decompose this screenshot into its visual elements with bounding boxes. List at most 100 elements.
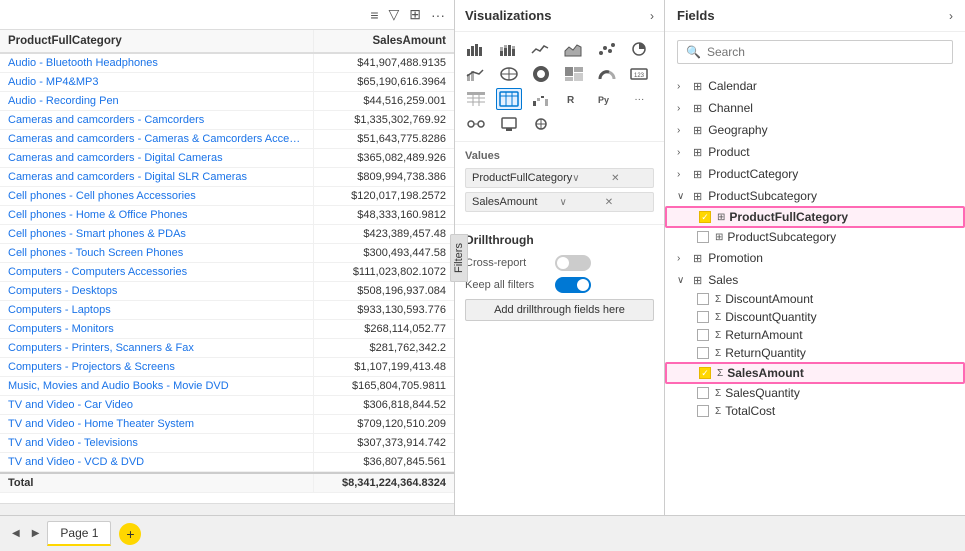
table-row[interactable]: Audio - Recording Pen $44,516,259.001 — [0, 92, 454, 111]
table-row[interactable]: Cell phones - Cell phones Accessories $1… — [0, 187, 454, 206]
table-row[interactable]: Computers - Computers Accessories $111,0… — [0, 263, 454, 282]
table-row[interactable]: TV and Video - Televisions $307,373,914.… — [0, 434, 454, 453]
field-group-header-channel[interactable]: › ⊞ Channel — [665, 98, 965, 118]
table-row[interactable]: Computers - Desktops $508,196,937.084 — [0, 282, 454, 301]
field-item-salesquantity[interactable]: Σ SalesQuantity — [665, 384, 965, 402]
filter-icon[interactable]: ▽ — [385, 4, 402, 25]
pie-chart-icon[interactable] — [626, 38, 652, 60]
add-drillthrough-button[interactable]: Add drillthrough fields here — [465, 299, 654, 321]
scatter-icon[interactable] — [594, 38, 620, 60]
field-item-productsubcategory[interactable]: ⊞ ProductSubcategory — [665, 228, 965, 246]
field-item-returnamount[interactable]: Σ ReturnAmount — [665, 326, 965, 344]
field-type-icon: Σ — [715, 294, 721, 305]
table-row[interactable]: Cell phones - Touch Screen Phones $300,4… — [0, 244, 454, 263]
field-checkbox[interactable] — [697, 293, 709, 305]
combo-chart-icon[interactable] — [463, 63, 489, 85]
table-row[interactable]: TV and Video - Home Theater System $709,… — [0, 415, 454, 434]
gauge-icon[interactable] — [594, 63, 620, 85]
search-input[interactable] — [707, 45, 944, 59]
table-row[interactable]: Cameras and camcorders - Digital SLR Cam… — [0, 168, 454, 187]
table-row[interactable]: TV and Video - Car Video $306,818,844.52 — [0, 396, 454, 415]
table-header: ProductFullCategory SalesAmount — [0, 30, 454, 54]
field-group-header-promotion[interactable]: › ⊞ Promotion — [665, 248, 965, 268]
field-expand-icon[interactable]: ∨ — [572, 173, 608, 184]
field-checkbox[interactable] — [697, 311, 709, 323]
expand-icon[interactable]: ⊞ — [406, 4, 424, 25]
table-row[interactable]: Computers - Projectors & Screens $1,107,… — [0, 358, 454, 377]
area-chart-icon[interactable] — [561, 38, 587, 60]
more-viz-icon[interactable]: ··· — [626, 88, 652, 110]
filters-tab[interactable]: Filters — [450, 234, 468, 282]
field-group-header-calendar[interactable]: › ⊞ Calendar — [665, 76, 965, 96]
field-group-name: Channel — [708, 101, 753, 115]
table-row[interactable]: Cameras and camcorders - Digital Cameras… — [0, 149, 454, 168]
field-checkbox[interactable] — [697, 347, 709, 359]
table-row[interactable]: Computers - Printers, Scanners & Fax $28… — [0, 339, 454, 358]
sales-field-row[interactable]: SalesAmount ∨ ✕ — [465, 192, 654, 212]
field-checkbox[interactable]: ✓ — [699, 367, 711, 379]
nav-right-icon[interactable]: ▶ — [28, 526, 44, 541]
field-checkbox[interactable] — [697, 329, 709, 341]
field-item-salesamount[interactable]: ✓ Σ SalesAmount — [665, 362, 965, 384]
add-page-button[interactable]: + — [119, 523, 141, 545]
table-row[interactable]: Cell phones - Smart phones & PDAs $423,3… — [0, 225, 454, 244]
nav-left-icon[interactable]: ◀ — [8, 526, 24, 541]
treemap-icon[interactable] — [561, 63, 587, 85]
table-row[interactable]: Cell phones - Home & Office Phones $48,3… — [0, 206, 454, 225]
stacked-bar-icon[interactable] — [496, 38, 522, 60]
field-close-icon[interactable]: ✕ — [611, 173, 647, 184]
field-group-header-sales[interactable]: ∨ ⊞ Sales — [665, 270, 965, 290]
table-row[interactable]: Cameras and camcorders - Cameras & Camco… — [0, 130, 454, 149]
map-icon[interactable] — [496, 63, 522, 85]
donut-chart-icon[interactable] — [528, 63, 554, 85]
field-checkbox[interactable] — [697, 387, 709, 399]
viz-arrow[interactable]: › — [650, 9, 654, 23]
page-tab[interactable]: Page 1 — [47, 521, 111, 546]
fields-arrow[interactable]: › — [949, 9, 953, 23]
keep-filters-toggle[interactable] — [555, 277, 591, 293]
matrix-icon[interactable] — [463, 88, 489, 110]
field-checkbox[interactable] — [697, 405, 709, 417]
field-group-header-geography[interactable]: › ⊞ Geography — [665, 120, 965, 140]
more-icon[interactable]: ··· — [428, 5, 448, 25]
waterfall-icon[interactable] — [528, 88, 554, 110]
field-group-name: ProductCategory — [708, 167, 798, 181]
field2-close-icon[interactable]: ✕ — [605, 197, 647, 208]
field-item-productfullcategory[interactable]: ✓ ⊞ ProductFullCategory — [665, 206, 965, 228]
product-cell: Audio - Bluetooth Headphones — [0, 54, 314, 72]
field-checkbox[interactable]: ✓ — [699, 211, 711, 223]
field-item-returnquantity[interactable]: Σ ReturnQuantity — [665, 344, 965, 362]
table-row[interactable]: Audio - MP4&MP3 $65,190,616.3964 — [0, 73, 454, 92]
field-checkbox[interactable] — [697, 231, 709, 243]
field-item-discountquantity[interactable]: Σ DiscountQuantity — [665, 308, 965, 326]
bar-chart-icon[interactable] — [463, 38, 489, 60]
product-field-row[interactable]: ProductFullCategory ∨ ✕ — [465, 168, 654, 188]
python-icon[interactable]: Py — [594, 88, 620, 110]
cross-report-toggle[interactable] — [555, 255, 591, 271]
table-row[interactable]: TV and Video - VCD & DVD $36,807,845.561 — [0, 453, 454, 472]
card-icon[interactable]: 123 — [626, 63, 652, 85]
table-row[interactable]: Computers - Laptops $933,130,593.776 — [0, 301, 454, 320]
field-group-header-productsubcategory[interactable]: ∨ ⊞ ProductSubcategory — [665, 186, 965, 206]
analytics-icon[interactable] — [528, 113, 554, 135]
table-row[interactable]: Audio - Bluetooth Headphones $41,907,488… — [0, 54, 454, 73]
field-item-totalcost[interactable]: Σ TotalCost — [665, 402, 965, 420]
field-name: SalesAmount — [727, 366, 804, 380]
brush-icon[interactable] — [496, 113, 522, 135]
field-item-discountamount[interactable]: Σ DiscountAmount — [665, 290, 965, 308]
hamburger-icon[interactable]: ≡ — [367, 5, 381, 25]
field-group-header-productcategory[interactable]: › ⊞ ProductCategory — [665, 164, 965, 184]
format-icon[interactable] — [463, 113, 489, 135]
search-box[interactable]: 🔍 — [677, 40, 953, 64]
field-group-header-product[interactable]: › ⊞ Product — [665, 142, 965, 162]
field-type-icon: Σ — [715, 388, 721, 399]
line-chart-icon[interactable] — [528, 38, 554, 60]
horizontal-scrollbar[interactable] — [0, 503, 454, 515]
table-row[interactable]: Computers - Monitors $268,114,052.77 — [0, 320, 454, 339]
table-body[interactable]: Audio - Bluetooth Headphones $41,907,488… — [0, 54, 454, 503]
field2-expand-icon[interactable]: ∨ — [560, 197, 602, 208]
table-row[interactable]: Music, Movies and Audio Books - Movie DV… — [0, 377, 454, 396]
table-row[interactable]: Cameras and camcorders - Camcorders $1,3… — [0, 111, 454, 130]
table-viz-icon[interactable] — [496, 88, 522, 110]
r-script-icon[interactable]: R — [561, 88, 587, 110]
